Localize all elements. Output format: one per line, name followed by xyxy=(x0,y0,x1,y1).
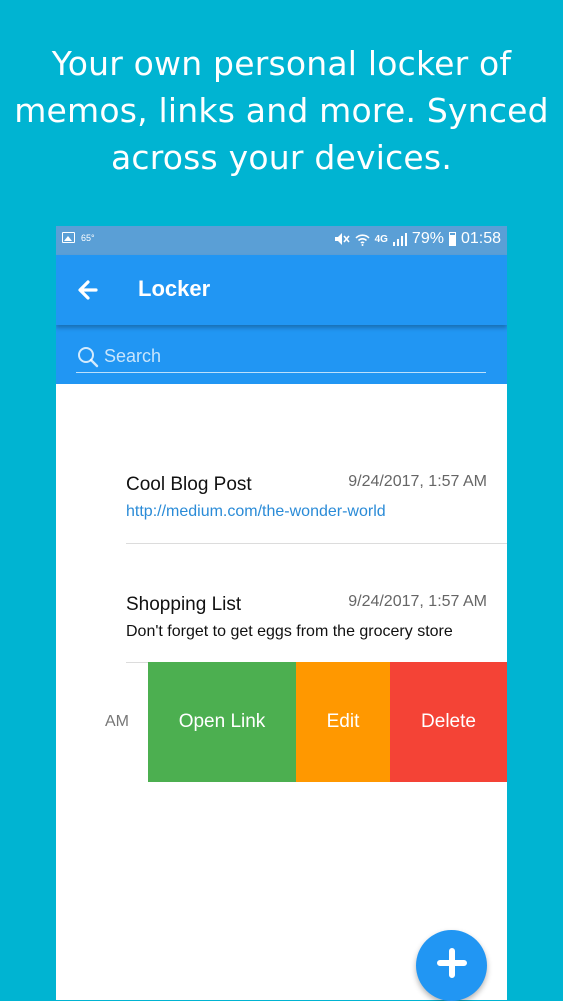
app-bar: Locker xyxy=(56,255,507,325)
signal-icon xyxy=(392,232,407,246)
promo-line-2: memos, links and more. Synced xyxy=(14,91,549,130)
status-bar: 65° 4G 79% 01:58 xyxy=(56,226,507,255)
item-title: Shopping List xyxy=(126,594,242,615)
list-item[interactable]: Cool Blog Post 9/24/2017, 1:57 AM http:/… xyxy=(126,470,507,544)
item-date: 9/24/2017, 1:57 AM xyxy=(348,593,487,610)
wifi-icon xyxy=(355,233,370,246)
promo-headline: Your own personal locker of memos, links… xyxy=(0,40,563,181)
promo-line-3: across your devices. xyxy=(110,138,453,177)
swiped-item-date-peek: AM xyxy=(105,713,129,730)
list-item[interactable]: Shopping List 9/24/2017, 1:57 AM Don't f… xyxy=(126,590,507,663)
item-title: Cool Blog Post xyxy=(126,474,252,495)
delete-button[interactable]: Delete xyxy=(390,662,507,782)
arrow-left-icon[interactable] xyxy=(76,278,100,302)
item-link[interactable]: http://medium.com/the-wonder-world xyxy=(126,503,386,521)
clock-text: 01:58 xyxy=(460,230,501,247)
page-title: Locker xyxy=(138,276,211,301)
search-field[interactable] xyxy=(76,341,486,373)
gallery-notification-icon xyxy=(62,232,75,243)
open-link-button[interactable]: Open Link xyxy=(148,662,296,782)
network-type-text: 4G xyxy=(374,233,388,245)
plus-icon xyxy=(436,948,467,983)
battery-icon xyxy=(448,232,456,246)
promo-line-1: Your own personal locker of xyxy=(51,44,512,83)
search-input[interactable] xyxy=(104,346,474,367)
swiped-list-item[interactable]: AM Open Link Edit Delete xyxy=(56,662,507,782)
item-body: Don't forget to get eggs from the grocer… xyxy=(126,623,453,640)
search-bar xyxy=(56,325,507,384)
phone-screen: 65° 4G 79% 01:58 Locker Search Cool Blog… xyxy=(56,226,507,1000)
search-icon xyxy=(76,345,100,369)
edit-button[interactable]: Edit xyxy=(296,662,390,782)
mute-icon xyxy=(334,232,350,246)
battery-percent-text: 79% xyxy=(411,230,444,247)
add-item-button[interactable] xyxy=(416,930,487,1001)
item-date: 9/24/2017, 1:57 AM xyxy=(348,473,487,490)
temperature-text: 65° xyxy=(81,232,95,243)
